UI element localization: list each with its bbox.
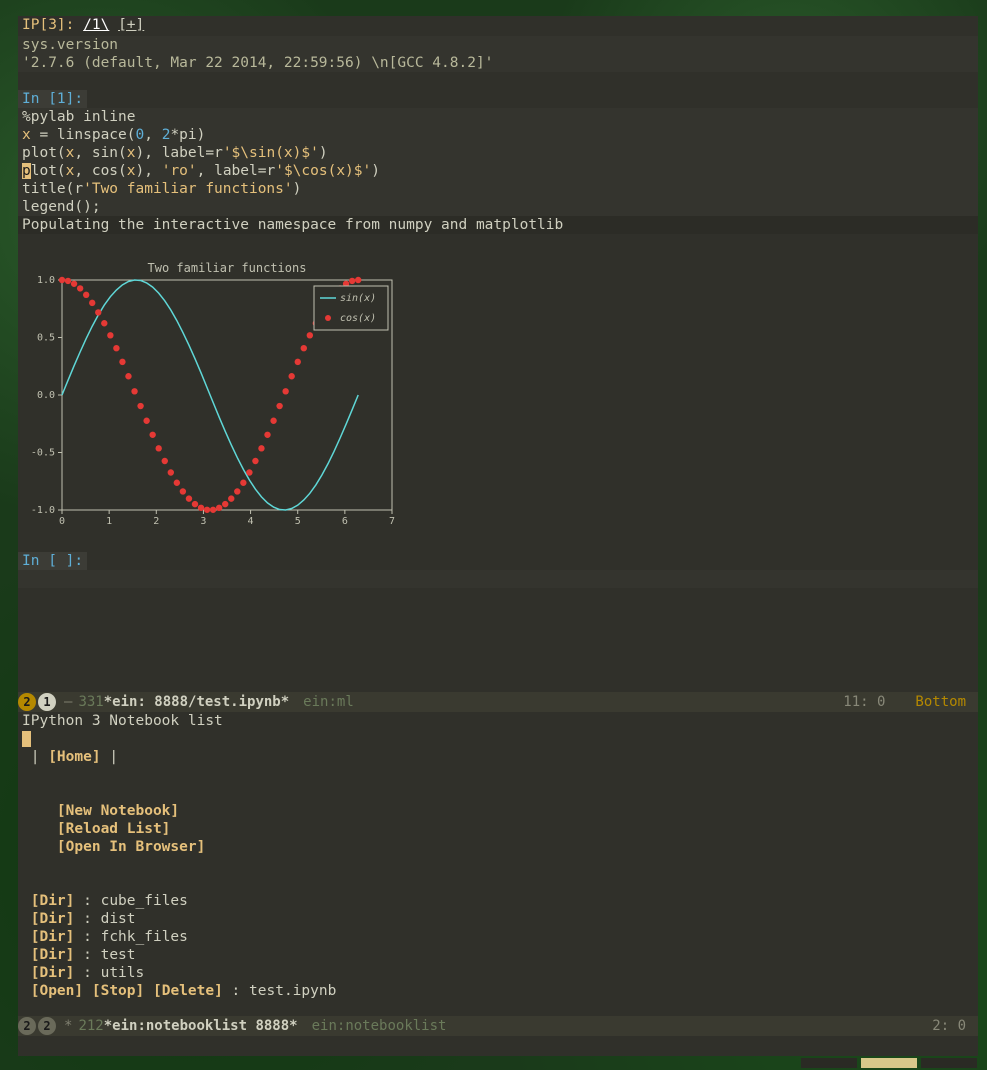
code-cell-1[interactable]: %pylab inline x = linspace(0, 2*pi) plot… — [18, 108, 978, 216]
svg-text:Two familiar functions: Two familiar functions — [148, 261, 307, 275]
cursor-pos: 2: 0 — [932, 1018, 966, 1034]
code-line: %pylab inline — [22, 109, 136, 125]
stdout-line: Populating the interactive namespace fro… — [22, 216, 974, 234]
svg-text:sin(x): sin(x) — [340, 293, 376, 304]
buffer-name: *ein:notebooklist 8888* — [104, 1018, 298, 1034]
line-number: 331 — [78, 694, 103, 710]
reload-list-button[interactable]: [Reload List] — [57, 821, 171, 837]
svg-text:-1.0: -1.0 — [31, 505, 55, 516]
entry-action[interactable]: [Delete] — [153, 983, 223, 999]
svg-text:3: 3 — [200, 516, 206, 527]
empty-code-cell[interactable] — [18, 570, 978, 588]
tab-bar: IP[3]: /1\ [+] — [18, 16, 978, 36]
entry-name: cube_files — [101, 893, 188, 909]
entry-name: fchk_files — [101, 929, 188, 945]
list-item: [Dir] : dist — [22, 910, 974, 928]
window-badge: 2 — [18, 693, 36, 711]
tab-add[interactable]: [+] — [118, 17, 144, 33]
output-line: '2.7.6 (default, Mar 22 2014, 22:59:56) … — [22, 54, 974, 72]
entry-action[interactable]: [Dir] — [31, 929, 75, 945]
svg-text:7: 7 — [389, 516, 395, 527]
entry-name: test.ipynb — [249, 983, 336, 999]
chart-svg: Two familiar functions 0 1 2 3 4 5 6 7 -1.0 -0.5 0.… — [22, 260, 402, 530]
tab-active[interactable]: /1\ — [83, 17, 109, 33]
list-item: [Dir] : cube_files — [22, 892, 974, 910]
entry-name: dist — [101, 911, 136, 927]
svg-text:4: 4 — [248, 516, 254, 527]
window-badge: 2 — [18, 1017, 36, 1035]
notebook-buffer[interactable]: IP[3]: /1\ [+] sys.version '2.7.6 (defau… — [18, 16, 978, 698]
minibuffer[interactable] — [18, 1036, 978, 1056]
svg-text:1: 1 — [106, 516, 112, 527]
modeline-bottom: 2 2 * 212 *ein:notebooklist 8888* ein:no… — [18, 1016, 978, 1036]
list-item: [Dir] : test — [22, 946, 974, 964]
svg-text:1.0: 1.0 — [37, 275, 55, 286]
major-mode: ein:notebooklist — [312, 1018, 447, 1034]
entry-action[interactable]: [Dir] — [31, 893, 75, 909]
svg-text:6: 6 — [342, 516, 348, 527]
chart-output: Two familiar functions 0 1 2 3 4 5 6 7 -1.0 -0.5 0.… — [18, 252, 978, 534]
text-cursor: p — [22, 163, 31, 179]
list-item: [Open] [Stop] [Delete] : test.ipynb — [22, 982, 974, 1000]
svg-text:cos(x): cos(x) — [340, 313, 376, 324]
home-link[interactable]: [Home] — [48, 749, 100, 765]
entry-name: test — [101, 947, 136, 963]
modeline-top: 2 1 — 331 *ein: 8888/test.ipynb* ein:ml … — [18, 692, 978, 712]
in-prompt-1: In [1]: — [18, 90, 87, 108]
window-badge: 1 — [38, 693, 56, 711]
svg-text:0.5: 0.5 — [37, 333, 55, 344]
cursor-pos: 11: 0 — [843, 694, 885, 710]
text-cursor — [22, 731, 31, 747]
new-notebook-button[interactable]: [New Notebook] — [57, 803, 179, 819]
scroll-pos: Bottom — [915, 694, 966, 710]
entry-action[interactable]: [Dir] — [31, 965, 75, 981]
svg-text:0: 0 — [59, 516, 65, 527]
list-item: [Dir] : utils — [22, 964, 974, 982]
entry-action[interactable]: [Dir] — [31, 911, 75, 927]
svg-text:0.0: 0.0 — [37, 390, 55, 401]
entry-action[interactable]: [Stop] — [92, 983, 144, 999]
entry-action[interactable]: [Open] — [31, 983, 83, 999]
buffer-name: *ein: 8888/test.ipynb* — [104, 694, 289, 710]
entry-action[interactable]: [Dir] — [31, 947, 75, 963]
major-mode: ein:ml — [303, 694, 354, 710]
svg-text:-0.5: -0.5 — [31, 448, 55, 459]
svg-text:5: 5 — [295, 516, 301, 527]
output-line: sys.version — [22, 36, 974, 54]
open-in-browser-button[interactable]: [Open In Browser] — [57, 839, 205, 855]
entry-name: utils — [101, 965, 145, 981]
line-number: 212 — [78, 1018, 103, 1034]
in-prompt-empty: In [ ]: — [18, 552, 87, 570]
list-item: [Dir] : fchk_files — [22, 928, 974, 946]
cell-output: sys.version '2.7.6 (default, Mar 22 2014… — [18, 36, 978, 72]
stdout: Populating the interactive namespace fro… — [18, 216, 978, 234]
kernel-indicator: IP[3]: — [22, 17, 74, 33]
svg-text:2: 2 — [153, 516, 159, 527]
window-badge: 2 — [38, 1017, 56, 1035]
notebooklist-buffer[interactable]: IPython 3 Notebook list | [Home] | [New … — [18, 712, 978, 1016]
taskbar-fragment — [801, 1058, 977, 1068]
nblist-title: IPython 3 Notebook list — [22, 712, 974, 730]
